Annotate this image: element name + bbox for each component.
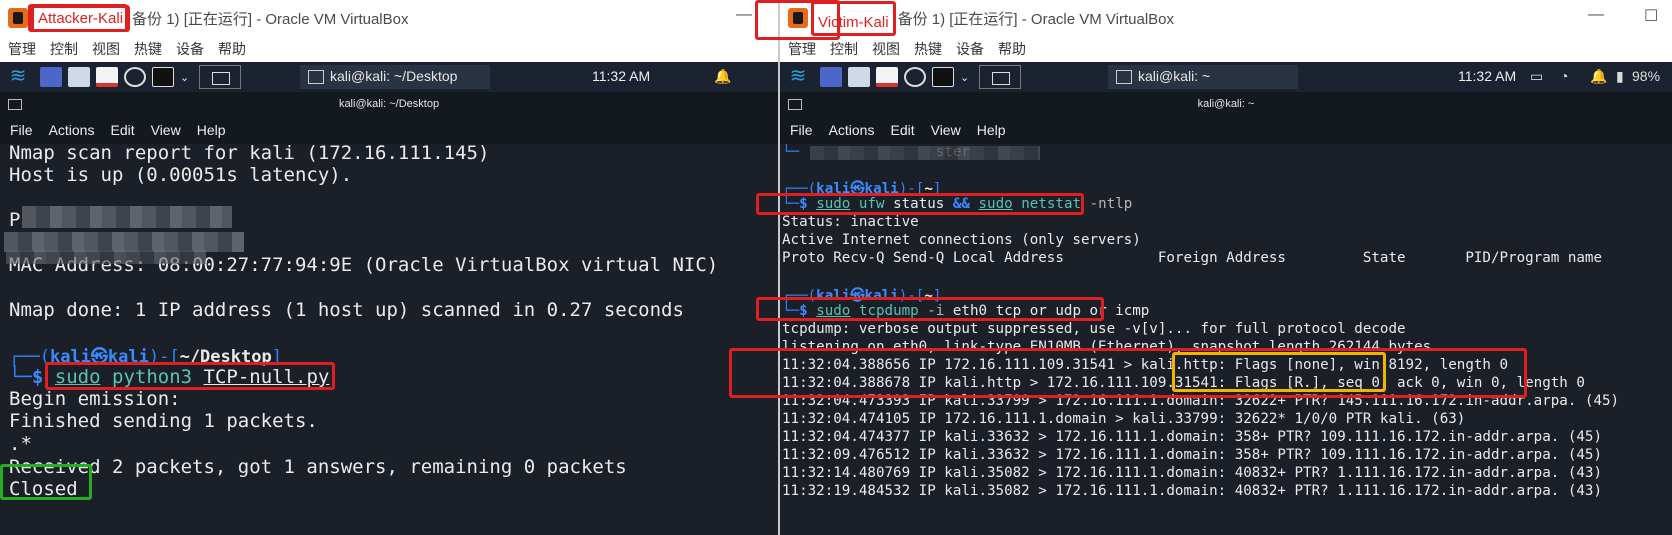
term-menu-file[interactable]: File xyxy=(790,122,813,138)
term-menu-actions[interactable]: Actions xyxy=(49,122,95,138)
attacker-title-text: 备份 1) [正在运行] - Oracle VM VirtualBox xyxy=(132,10,409,28)
victim-title-text: 备份 1) [正在运行] - Oracle VM VirtualBox xyxy=(897,10,1175,28)
desktop-icon[interactable] xyxy=(820,67,842,87)
highlight-box-attacker-command xyxy=(45,362,335,390)
battery-icon: ▮ xyxy=(1616,68,1624,84)
packet-line: 11:32:04.474377 IP kali.33632 > 172.16.1… xyxy=(782,429,1602,445)
terminal-title: kali@kali: ~ xyxy=(780,92,1672,116)
victim-title-bar: Victim-Kali 备份 1) [正在运行] - Oracle VM Vir… xyxy=(780,0,1672,36)
attacker-kali-panel: ≋ ⌄ kali@kali: ~/Desktop 11:32 AM 🔔 xyxy=(0,62,778,92)
redacted-area xyxy=(810,146,1040,160)
vm-menu-manage[interactable]: 管理 xyxy=(8,39,36,59)
term-menu-actions[interactable]: Actions xyxy=(829,122,875,138)
vm-menu-view[interactable]: 视图 xyxy=(92,39,120,59)
vm-menu-manage[interactable]: 管理 xyxy=(788,39,816,59)
terminal-line: tcpdump: verbose output suppressed, use … xyxy=(782,321,1406,337)
highlight-box-victim-name xyxy=(755,0,840,40)
packet-line: 11:32:09.476512 IP kali.33632 > 172.16.1… xyxy=(782,447,1602,463)
terminal-menubar: File Actions Edit View Help xyxy=(780,116,1672,144)
virtualbox-app-icon xyxy=(8,8,28,28)
term-menu-edit[interactable]: Edit xyxy=(890,122,914,138)
minimize-icon[interactable]: — xyxy=(736,6,752,24)
text-editor-icon[interactable] xyxy=(876,67,898,87)
vm-menu-devices[interactable]: 设备 xyxy=(176,39,204,59)
file-manager-icon[interactable] xyxy=(68,67,90,87)
browser-icon[interactable] xyxy=(904,67,926,87)
term-menu-view[interactable]: View xyxy=(931,122,961,138)
panel-clock: 11:32 AM xyxy=(1458,68,1517,84)
terminal-line: Nmap done: 1 IP address (1 host up) scan… xyxy=(9,299,684,321)
redacted-area xyxy=(6,250,206,264)
maximize-icon[interactable]: ☐ xyxy=(1644,6,1658,26)
terminal-menubar: File Actions Edit View Help xyxy=(0,116,778,144)
taskbar-terminal-item[interactable]: kali@kali: ~ xyxy=(1108,65,1298,89)
victim-kali-panel: ≋ ⌄ kali@kali: ~ 11:32 AM ▭ ◔ 🔔 ▮ 98% xyxy=(780,62,1672,92)
vm-menu-hotkey[interactable]: 热键 xyxy=(914,39,942,59)
term-menu-file[interactable]: File xyxy=(10,122,33,138)
redacted-area xyxy=(22,206,232,228)
taskbar-terminal-item[interactable]: kali@kali: ~/Desktop xyxy=(300,65,490,89)
vm-menu-help[interactable]: 帮助 xyxy=(998,39,1026,59)
attacker-vm-menubar: 管理 控制 视图 热键 设备 帮助 xyxy=(0,36,778,62)
kali-menu-icon[interactable]: ≋ xyxy=(4,65,32,89)
terminal-line: Begin emission: xyxy=(9,388,181,410)
minimize-icon[interactable]: — xyxy=(1588,6,1604,24)
highlight-box-packet-lines xyxy=(729,348,1527,398)
terminal-line: Status: inactive xyxy=(782,214,919,230)
terminal-line: Nmap scan report for kali (172.16.111.14… xyxy=(9,144,490,164)
vm-menu-view[interactable]: 视图 xyxy=(872,39,900,59)
term-menu-view[interactable]: View xyxy=(151,122,181,138)
vm-menu-control[interactable]: 控制 xyxy=(830,39,858,59)
terminal-launcher-icon[interactable] xyxy=(152,67,174,87)
kali-menu-icon[interactable]: ≋ xyxy=(784,65,812,89)
chevron-down-icon[interactable]: ⌄ xyxy=(180,71,189,84)
attacker-terminal-output[interactable]: Nmap scan report for kali (172.16.111.14… xyxy=(0,144,778,535)
term-menu-help[interactable]: Help xyxy=(977,122,1006,138)
text-editor-icon[interactable] xyxy=(96,67,118,87)
terminal-line: .* xyxy=(9,433,32,455)
desktop-icon[interactable] xyxy=(40,67,62,87)
terminal-title: kali@kali: ~/Desktop xyxy=(0,92,778,116)
packet-line: 11:32:04.474105 IP 172.16.111.1.domain >… xyxy=(782,411,1466,427)
highlight-box-closed-result xyxy=(0,464,92,500)
terminal-line: P xyxy=(9,209,21,231)
redacted-area xyxy=(4,232,244,252)
term-menu-help[interactable]: Help xyxy=(197,122,226,138)
vm-menu-help[interactable]: 帮助 xyxy=(218,39,246,59)
vm-menu-control[interactable]: 控制 xyxy=(50,39,78,59)
terminal-line: Received 2 packets, got 1 answers, remai… xyxy=(9,456,627,478)
term-menu-edit[interactable]: Edit xyxy=(110,122,134,138)
packet-line: 11:32:14.480769 IP kali.35082 > 172.16.1… xyxy=(782,465,1602,481)
highlight-box-netstat-command xyxy=(756,193,1084,215)
browser-icon[interactable] xyxy=(124,67,146,87)
packet-line: 11:32:19.484532 IP kali.35082 > 172.16.1… xyxy=(782,483,1602,499)
workspace-switcher[interactable] xyxy=(979,65,1022,89)
volume-icon[interactable]: ◔ xyxy=(1560,68,1568,84)
victim-vm-window: Victim-Kali 备份 1) [正在运行] - Oracle VM Vir… xyxy=(778,0,1672,535)
terminal-line: Active Internet connections (only server… xyxy=(782,232,1141,248)
terminal-line: Proto Recv-Q Send-Q Local Address Foreig… xyxy=(782,250,1602,266)
terminal-launcher-icon[interactable] xyxy=(932,67,954,87)
notification-icon[interactable]: 🔔 xyxy=(714,68,731,85)
vm-menu-devices[interactable]: 设备 xyxy=(956,39,984,59)
attacker-vm-window: Attacker-Kali 备份 1) [正在运行] - Oracle VM V… xyxy=(0,0,778,535)
highlight-box-tcp-flags xyxy=(1172,352,1386,392)
workspace-switcher[interactable] xyxy=(199,65,242,89)
display-icon[interactable]: ▭ xyxy=(1530,68,1543,85)
highlight-box-tcpdump-command xyxy=(756,297,1104,321)
victim-vm-menubar: 管理 控制 视图 热键 设备 帮助 xyxy=(780,36,1672,62)
terminal-line: Finished sending 1 packets. xyxy=(9,410,318,432)
battery-level: 98% xyxy=(1632,68,1661,84)
highlight-box-attacker-name xyxy=(28,4,128,32)
vm-menu-hotkey[interactable]: 热键 xyxy=(134,39,162,59)
panel-clock: 11:32 AM xyxy=(592,68,651,84)
file-manager-icon[interactable] xyxy=(848,67,870,87)
notification-icon[interactable]: 🔔 xyxy=(1590,68,1607,85)
chevron-down-icon[interactable]: ⌄ xyxy=(960,71,969,84)
terminal-line: Host is up (0.00051s latency). xyxy=(9,164,353,186)
